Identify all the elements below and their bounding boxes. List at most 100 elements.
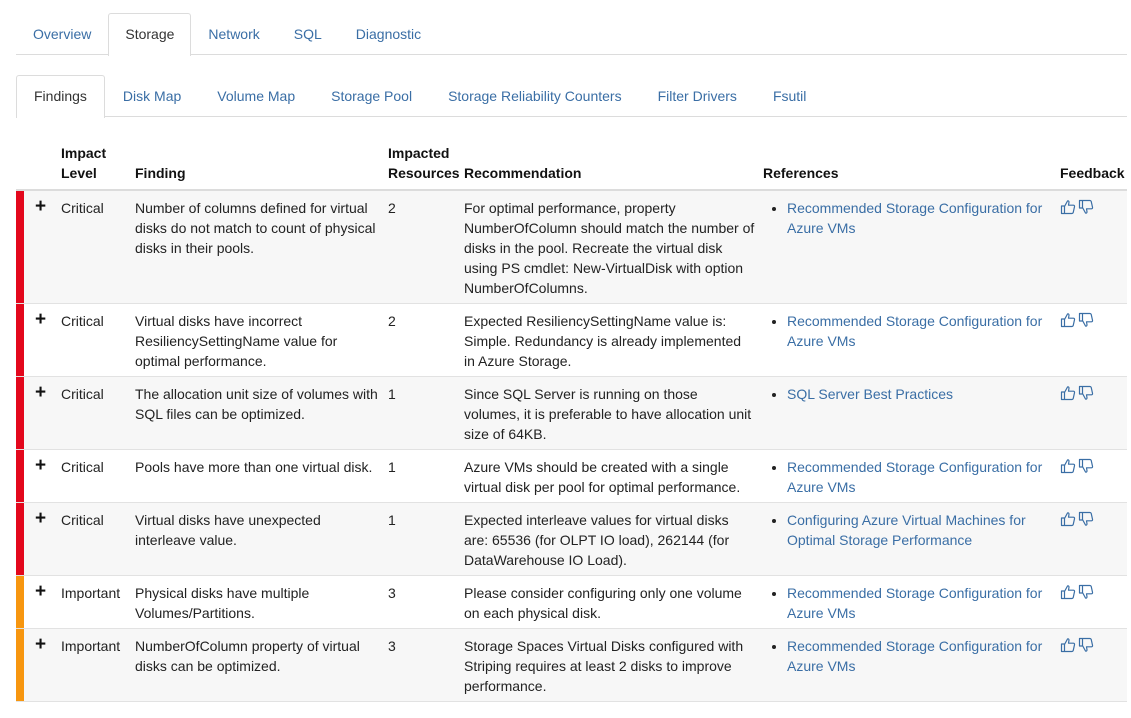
- reference-link[interactable]: Recommended Storage Configuration for Az…: [787, 585, 1042, 621]
- severity-header: [16, 140, 24, 191]
- feedback-cell: [1056, 449, 1127, 503]
- thumbs-down-icon[interactable]: [1078, 637, 1094, 658]
- recommendation-cell: For optimal performance, property Number…: [460, 190, 759, 304]
- tab-findings[interactable]: Findings: [16, 75, 105, 118]
- finding-cell: NumberOfColumn property of virtual disks…: [131, 628, 384, 702]
- impact-level-cell: Important: [57, 575, 131, 629]
- tab-overview[interactable]: Overview: [16, 13, 108, 55]
- references-cell: Recommended Storage Configuration for Az…: [759, 628, 1056, 702]
- references-list: Configuring Azure Virtual Machines for O…: [763, 510, 1052, 550]
- thumbs-up-icon[interactable]: [1060, 385, 1076, 406]
- reference-link[interactable]: Recommended Storage Configuration for Az…: [787, 313, 1042, 349]
- reference-link[interactable]: Recommended Storage Configuration for Az…: [787, 200, 1042, 236]
- feedback-cell: [1056, 575, 1127, 629]
- impacted-resources-cell: 3: [384, 628, 460, 702]
- feedback-buttons: [1060, 510, 1123, 532]
- severity-bar: [16, 303, 24, 377]
- impacted-resources-header: Impacted Resources: [384, 140, 460, 191]
- expand-cell: +: [24, 190, 57, 304]
- thumbs-down-icon[interactable]: [1078, 584, 1094, 605]
- thumbs-down-icon[interactable]: [1078, 458, 1094, 479]
- references-cell: SQL Server Best Practices: [759, 376, 1056, 450]
- expand-plus-icon[interactable]: +: [28, 197, 53, 216]
- thumbs-down-icon[interactable]: [1078, 312, 1094, 333]
- tab-diagnostic[interactable]: Diagnostic: [339, 13, 438, 55]
- references-list: Recommended Storage Configuration for Az…: [763, 636, 1052, 676]
- recommendation-cell: Azure VMs should be created with a singl…: [460, 449, 759, 503]
- finding-cell: The allocation unit size of volumes with…: [131, 376, 384, 450]
- reference-link[interactable]: Recommended Storage Configuration for Az…: [787, 638, 1042, 674]
- references-list: Recommended Storage Configuration for Az…: [763, 583, 1052, 623]
- tab-disk-map[interactable]: Disk Map: [105, 75, 199, 117]
- finding-header: Finding: [131, 140, 384, 191]
- table-row: + Important Physical disks have multiple V…: [16, 575, 1127, 629]
- table-row: + Critical Virtual disks have incorrect Re…: [16, 303, 1127, 377]
- expand-plus-icon[interactable]: +: [28, 310, 53, 329]
- severity-bar: [16, 502, 24, 576]
- finding-cell: Virtual disks have incorrect ResiliencyS…: [131, 303, 384, 377]
- reference-item: SQL Server Best Practices: [787, 384, 1052, 404]
- references-list: SQL Server Best Practices: [763, 384, 1052, 404]
- recommendation-header: Recommendation: [460, 140, 759, 191]
- feedback-cell: [1056, 190, 1127, 304]
- impacted-resources-cell: 1: [384, 502, 460, 576]
- tab-storage[interactable]: Storage: [108, 13, 192, 56]
- tab-sql[interactable]: SQL: [277, 13, 339, 55]
- feedback-cell: [1056, 376, 1127, 450]
- thumbs-up-icon[interactable]: [1060, 312, 1076, 333]
- impact-level-header: Impact Level: [57, 140, 131, 191]
- severity-bar: [16, 190, 24, 304]
- feedback-cell: [1056, 502, 1127, 576]
- expand-plus-icon[interactable]: +: [28, 635, 53, 654]
- expand-plus-icon[interactable]: +: [28, 456, 53, 475]
- tab-filter-drivers[interactable]: Filter Drivers: [640, 75, 755, 117]
- tab-storage-pool[interactable]: Storage Pool: [313, 75, 430, 117]
- expand-plus-icon[interactable]: +: [28, 582, 53, 601]
- impact-level-cell: Critical: [57, 449, 131, 503]
- reference-item: Recommended Storage Configuration for Az…: [787, 636, 1052, 676]
- thumbs-up-icon[interactable]: [1060, 458, 1076, 479]
- expand-cell: +: [24, 575, 57, 629]
- thumbs-down-icon[interactable]: [1078, 511, 1094, 532]
- recommendation-cell: Storage Spaces Virtual Disks configured …: [460, 628, 759, 702]
- feedback-cell: [1056, 628, 1127, 702]
- tab-volume-map[interactable]: Volume Map: [199, 75, 313, 117]
- tab-network[interactable]: Network: [191, 13, 276, 55]
- thumbs-up-icon[interactable]: [1060, 637, 1076, 658]
- references-cell: Recommended Storage Configuration for Az…: [759, 575, 1056, 629]
- expand-plus-icon[interactable]: +: [28, 509, 53, 528]
- feedback-buttons: [1060, 311, 1123, 333]
- expand-cell: +: [24, 628, 57, 702]
- table-header-row: Impact Level Finding Impacted Resources …: [16, 140, 1127, 191]
- references-header: References: [759, 140, 1056, 191]
- thumbs-up-icon[interactable]: [1060, 511, 1076, 532]
- thumbs-down-icon[interactable]: [1078, 385, 1094, 406]
- feedback-cell: [1056, 303, 1127, 377]
- reference-item: Recommended Storage Configuration for Az…: [787, 583, 1052, 623]
- impacted-resources-cell: 2: [384, 303, 460, 377]
- expand-plus-icon[interactable]: +: [28, 383, 53, 402]
- primary-tabs: Overview Storage Network SQL Diagnostic: [16, 13, 1127, 56]
- impacted-resources-cell: 2: [384, 190, 460, 304]
- references-cell: Configuring Azure Virtual Machines for O…: [759, 502, 1056, 576]
- thumbs-up-icon[interactable]: [1060, 199, 1076, 220]
- references-list: Recommended Storage Configuration for Az…: [763, 457, 1052, 497]
- feedback-buttons: [1060, 457, 1123, 479]
- impact-level-cell: Critical: [57, 303, 131, 377]
- thumbs-down-icon[interactable]: [1078, 199, 1094, 220]
- feedback-buttons: [1060, 384, 1123, 406]
- finding-cell: Pools have more than one virtual disk.: [131, 449, 384, 503]
- feedback-header: Feedback: [1056, 140, 1127, 191]
- reference-link[interactable]: Configuring Azure Virtual Machines for O…: [787, 512, 1026, 548]
- reference-item: Recommended Storage Configuration for Az…: [787, 457, 1052, 497]
- severity-bar: [16, 628, 24, 702]
- severity-bar: [16, 575, 24, 629]
- impacted-resources-cell: 1: [384, 376, 460, 450]
- reference-link[interactable]: SQL Server Best Practices: [787, 386, 953, 402]
- reference-link[interactable]: Recommended Storage Configuration for Az…: [787, 459, 1042, 495]
- references-list: Recommended Storage Configuration for Az…: [763, 311, 1052, 351]
- severity-bar: [16, 449, 24, 503]
- thumbs-up-icon[interactable]: [1060, 584, 1076, 605]
- tab-storage-reliability-counters[interactable]: Storage Reliability Counters: [430, 75, 640, 117]
- tab-fsutil[interactable]: Fsutil: [755, 75, 824, 117]
